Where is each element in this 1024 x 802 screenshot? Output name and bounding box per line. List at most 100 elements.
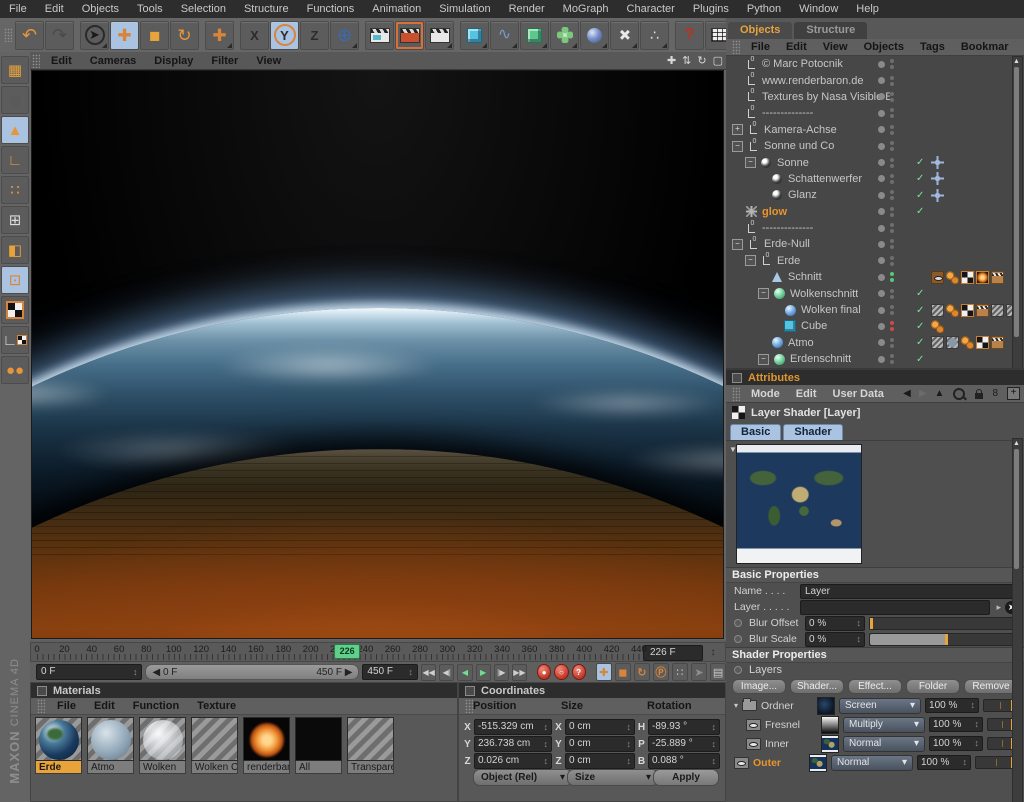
spinner-icon[interactable]: ↕ xyxy=(975,737,980,750)
menu-mograph[interactable]: MoGraph xyxy=(554,3,618,15)
menu-help[interactable]: Help xyxy=(847,3,888,15)
visibility-dots[interactable] xyxy=(878,207,912,217)
axis-mode-button[interactable]: ∟ xyxy=(1,146,29,174)
generators-button[interactable] xyxy=(520,21,549,50)
spline-pen-button[interactable]: ∿ xyxy=(490,21,519,50)
layer-thumbnail[interactable] xyxy=(821,735,839,753)
tree-item-erde[interactable]: −Erde xyxy=(726,253,1024,269)
objects-menu-objects[interactable]: Objects xyxy=(857,41,911,53)
opacity-field[interactable]: 100 %↕ xyxy=(925,698,979,713)
tree-item-schattenwerfer[interactable]: Schattenwerfer✓ xyxy=(726,171,1024,187)
scale-tool-button[interactable]: ◼ xyxy=(140,21,169,50)
objects-menu-file[interactable]: File xyxy=(744,41,777,53)
coordinate-field[interactable]: 0.088 °↕ xyxy=(648,753,720,769)
material-thumbnail[interactable] xyxy=(347,717,394,761)
enabled-check-icon[interactable]: ✓ xyxy=(916,173,924,184)
visibility-toggle-icons[interactable] xyxy=(890,321,894,331)
material-thumbnail[interactable] xyxy=(35,717,82,761)
selection-filter-button[interactable]: ●● xyxy=(1,356,29,384)
y-axis-lock-button[interactable]: Y xyxy=(270,21,299,50)
expand-toggle-icon[interactable]: − xyxy=(758,354,769,365)
visibility-toggle-icons[interactable] xyxy=(890,207,894,217)
last-tool-button[interactable]: ✚ xyxy=(205,21,234,50)
link-icon[interactable]: 8 xyxy=(989,388,1001,399)
spinner-icon[interactable]: ↕ xyxy=(857,617,862,630)
layer-dot-icon[interactable] xyxy=(878,339,885,346)
scroll-up-icon[interactable]: ▲ xyxy=(1013,439,1020,448)
viewport-menu-display[interactable]: Display xyxy=(145,55,202,67)
objects-menu-grip[interactable] xyxy=(732,40,740,54)
record-keyframe-button[interactable]: ● xyxy=(537,664,551,680)
spinner-icon[interactable]: ↕ xyxy=(544,754,549,768)
opacity-field[interactable]: 100 %↕ xyxy=(929,736,983,751)
spinner-icon[interactable]: ↕ xyxy=(712,754,717,768)
layer-dot-icon[interactable] xyxy=(878,208,885,215)
enabled-check-icon[interactable]: ✓ xyxy=(916,157,924,168)
spinner-icon[interactable]: ↕ xyxy=(963,756,968,769)
menu-file[interactable]: File xyxy=(0,3,36,15)
visibility-dots[interactable] xyxy=(878,289,912,299)
viewport-menu-view[interactable]: View xyxy=(247,55,290,67)
menu-objects[interactable]: Objects xyxy=(73,3,128,15)
effect-button[interactable]: Effect... xyxy=(848,679,902,694)
attributes-scrollbar[interactable]: ▲ xyxy=(1012,438,1023,802)
tree-item-www-renderbaron-de[interactable]: www.renderbaron.de xyxy=(726,72,1024,88)
enabled-check-icon[interactable]: ✓ xyxy=(916,288,924,299)
visibility-dots[interactable] xyxy=(878,338,912,348)
menu-render[interactable]: Render xyxy=(500,3,554,15)
visibility-dots[interactable] xyxy=(878,92,912,102)
blend-mode-dropdown[interactable]: Screen▾ xyxy=(839,698,921,714)
edge-mode-button[interactable]: ⊞ xyxy=(1,206,29,234)
phong-tag-icon[interactable] xyxy=(946,304,959,317)
attributes-menu-user-data[interactable]: User Data xyxy=(826,388,891,400)
maximize-view-icon[interactable]: ▢ xyxy=(710,54,726,67)
material-wolken[interactable]: Wolken xyxy=(139,717,186,774)
material-thumbnail[interactable] xyxy=(191,717,238,761)
layer-dot-icon[interactable] xyxy=(878,110,885,117)
visibility-dots[interactable] xyxy=(878,305,912,315)
layer-dot-icon[interactable] xyxy=(878,93,885,100)
spinner-icon[interactable]: ↕ xyxy=(975,718,980,731)
scrollbar-thumb[interactable] xyxy=(1014,67,1019,337)
visibility-toggle-icons[interactable] xyxy=(890,108,894,118)
tree-item-sonne-und-co[interactable]: −Sonne und Co xyxy=(726,138,1024,154)
clap-tag-icon[interactable] xyxy=(991,336,1004,349)
objects-menu-edit[interactable]: Edit xyxy=(779,41,814,53)
frame-range-slider[interactable]: ◀ 0 F450 F ▶ xyxy=(145,664,359,680)
layer-visibility-icon[interactable] xyxy=(746,738,761,750)
add-cube-button[interactable] xyxy=(460,21,489,50)
make-editable-button[interactable]: ▦ xyxy=(1,56,29,84)
viewport-menu-cameras[interactable]: Cameras xyxy=(81,55,145,67)
visibility-dots[interactable] xyxy=(878,108,912,118)
collapse-icon[interactable]: ▾ xyxy=(734,701,738,710)
menu-simulation[interactable]: Simulation xyxy=(430,3,499,15)
viewport-menu-filter[interactable]: Filter xyxy=(202,55,247,67)
layer-visibility-icon[interactable] xyxy=(746,719,761,731)
target-tag-icon[interactable] xyxy=(931,189,944,202)
next-key-button[interactable]: |▶ xyxy=(494,664,509,681)
enabled-check-icon[interactable]: ✓ xyxy=(916,206,924,217)
visibility-toggle-icons[interactable] xyxy=(890,158,894,168)
layer-thumbnail[interactable] xyxy=(809,754,827,772)
menu-edit[interactable]: Edit xyxy=(36,3,73,15)
materials-menu-edit[interactable]: Edit xyxy=(86,700,123,712)
layer-dot-icon[interactable] xyxy=(878,356,885,363)
visibility-dots[interactable] xyxy=(878,76,912,86)
visibility-dots[interactable] xyxy=(878,239,912,249)
spinner-icon[interactable]: ↕ xyxy=(627,720,632,734)
render-picture-viewer-button[interactable] xyxy=(395,21,424,50)
blur-offset-slider[interactable] xyxy=(869,617,1016,630)
history-forward-icon[interactable]: ▶ xyxy=(916,388,930,399)
checker-tag-icon[interactable] xyxy=(961,304,974,317)
menu-structure[interactable]: Structure xyxy=(235,3,298,15)
selection-record-button[interactable]: ➤ xyxy=(691,663,707,681)
spinner-icon[interactable]: ↕ xyxy=(712,737,717,751)
objects-menu-tags[interactable]: Tags xyxy=(913,41,952,53)
folder-button[interactable]: Folder xyxy=(906,679,960,694)
display-tag-icon[interactable] xyxy=(931,271,944,284)
coordinate-field[interactable]: 236.738 cm↕ xyxy=(474,736,552,752)
material-thumbnail[interactable] xyxy=(243,717,290,761)
visibility-dots[interactable] xyxy=(878,223,912,233)
target-tag-icon[interactable] xyxy=(931,156,944,169)
viewport-menu-grip[interactable] xyxy=(32,54,40,68)
